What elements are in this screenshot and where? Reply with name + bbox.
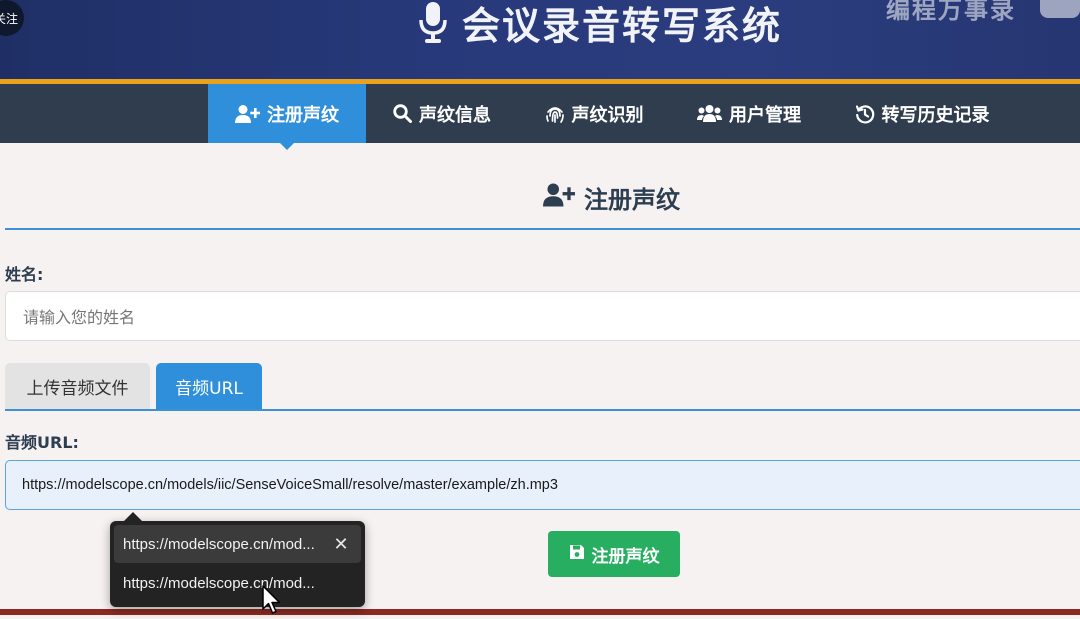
search-icon — [393, 104, 412, 123]
follow-badge-label: 关注 — [0, 11, 18, 26]
follow-badge[interactable]: 关注 — [0, 0, 24, 36]
tab-label: 音频URL — [175, 378, 243, 399]
autocomplete-dropdown: https://modelscope.cn/mod... ✕ https://m… — [110, 512, 365, 607]
tab-upload-audio-file[interactable]: 上传音频文件 — [5, 363, 150, 409]
nav-item-label: 转写历史记录 — [881, 104, 990, 126]
nav-item-label: 声纹信息 — [419, 104, 491, 126]
name-input-placeholder: 请输入您的姓名 — [23, 308, 136, 327]
section-title-text: 注册声纹 — [584, 186, 680, 214]
tab-label: 上传音频文件 — [26, 378, 129, 399]
mouse-cursor-icon — [262, 585, 282, 619]
nav-item-register-voiceprint[interactable]: 注册声纹 — [208, 84, 366, 150]
autocomplete-item-text: https://modelscope.cn/mod... — [123, 535, 315, 553]
fingerprint-icon — [545, 104, 565, 124]
nav-item-transcription-history[interactable]: 转写历史记录 — [828, 84, 1016, 143]
name-label: 姓名: — [5, 265, 44, 284]
autocomplete-item-text: https://modelscope.cn/mod... — [123, 574, 315, 592]
name-input[interactable]: 请输入您的姓名 — [5, 291, 1080, 341]
register-voiceprint-button[interactable]: 注册声纹 — [548, 531, 680, 577]
nav-item-label: 用户管理 — [729, 104, 801, 126]
app-title-text: 会议录音转写系统 — [462, 3, 783, 48]
nav-item-user-management[interactable]: 用户管理 — [670, 84, 828, 143]
close-icon[interactable]: ✕ — [331, 534, 351, 554]
nav-item-label: 注册声纹 — [267, 104, 339, 126]
users-icon — [697, 104, 722, 123]
main-nav: 注册声纹 声纹信息 声纹识别 用户管理 转写历史记录 — [0, 84, 1080, 150]
watermark-text: 编程万事录 — [886, 0, 1016, 24]
section-title: 注册声纹 — [543, 180, 680, 215]
nav-item-voiceprint-info[interactable]: 声纹信息 — [366, 84, 518, 143]
autocomplete-item[interactable]: https://modelscope.cn/mod... ✕ — [114, 525, 361, 563]
tab-audio-url[interactable]: 音频URL — [156, 363, 262, 409]
watermark-logo — [1040, 0, 1080, 18]
register-voiceprint-button-label: 注册声纹 — [591, 546, 660, 567]
footer-bar — [0, 609, 1080, 615]
autocomplete-item[interactable]: https://modelscope.cn/mod... — [114, 564, 361, 602]
microphone-icon — [418, 0, 448, 44]
tabs-divider — [5, 409, 1080, 411]
nav-item-label: 声纹识别 — [571, 104, 644, 126]
audio-url-value: https://modelscope.cn/models/iic/SenseVo… — [22, 477, 558, 493]
section-divider — [5, 228, 1080, 230]
audio-url-input[interactable]: https://modelscope.cn/models/iic/SenseVo… — [5, 460, 1080, 510]
user-plus-icon — [543, 182, 576, 214]
save-icon — [569, 544, 585, 565]
app-title: 会议录音转写系统 — [418, 0, 782, 50]
app-header: 关注 会议录音转写系统 编程万事录 — [0, 0, 1080, 79]
nav-item-voiceprint-recognition[interactable]: 声纹识别 — [518, 84, 670, 143]
history-icon — [855, 104, 875, 124]
user-plus-icon — [235, 104, 260, 124]
audio-url-label: 音频URL: — [5, 433, 79, 452]
